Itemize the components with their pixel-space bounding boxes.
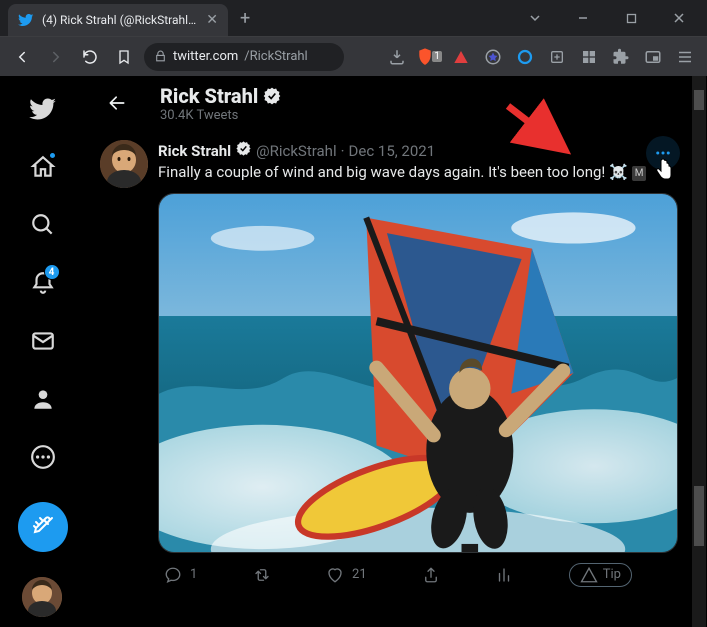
more-menu-icon[interactable] [18, 432, 68, 482]
verified-badge-icon [235, 140, 252, 161]
main-column: Rick Strahl 30.4K Tweets Rick Strahl @Ri… [85, 76, 707, 627]
tweet: Rick Strahl @RickStrahl · Dec 15, 2021 F… [86, 130, 692, 597]
new-tab-button[interactable]: + [240, 8, 250, 29]
extensions-puzzle-icon[interactable] [607, 43, 635, 71]
home-dot-icon [49, 152, 56, 159]
twitter-favicon-icon [18, 12, 34, 28]
tab-close-icon[interactable]: ✕ [206, 12, 218, 28]
tweet-separator: · [341, 142, 345, 160]
home-icon[interactable] [18, 142, 68, 192]
nav-forward-button[interactable] [42, 43, 70, 71]
scrollbar-thumb[interactable] [694, 486, 704, 546]
compose-tweet-button[interactable] [18, 502, 68, 552]
share-button[interactable] [422, 563, 440, 587]
browser-tab[interactable]: (4) Rick Strahl (@RickStrahl) / Twi ✕ [8, 4, 228, 36]
brave-rewards-icon[interactable] [479, 43, 507, 71]
notification-badge: 4 [44, 264, 60, 280]
like-count: 21 [352, 567, 367, 582]
scrollbar-up-icon[interactable] [694, 90, 704, 110]
tweet-date[interactable]: Dec 15, 2021 [349, 142, 436, 160]
notifications-icon[interactable]: 4 [18, 258, 68, 308]
verified-badge-icon [262, 86, 282, 106]
retweet-button[interactable] [253, 563, 271, 587]
brave-shield-icon[interactable]: 1 [415, 43, 443, 71]
like-button[interactable]: 21 [326, 563, 367, 587]
extension-icon-2[interactable] [543, 43, 571, 71]
tweet-header: Rick Strahl @RickStrahl · Dec 15, 2021 [158, 140, 678, 161]
browser-toolbar: twitter.com/RickStrahl 1 [0, 36, 707, 76]
window-minimize-icon[interactable] [563, 3, 603, 33]
extension-icon-1[interactable] [511, 43, 539, 71]
tip-button[interactable]: Tip [569, 563, 632, 587]
scrollbar[interactable] [692, 76, 706, 627]
profile-name: Rick Strahl [160, 84, 258, 108]
twitter-sidebar: 4 [0, 76, 85, 627]
analytics-button[interactable] [495, 563, 513, 587]
window-controls [515, 3, 707, 33]
tweet-author-avatar[interactable] [100, 140, 148, 188]
nav-back-button[interactable] [8, 43, 36, 71]
mute-badge: M [632, 166, 647, 181]
reply-count: 1 [190, 567, 197, 582]
pip-icon[interactable] [639, 43, 667, 71]
messages-icon[interactable] [18, 316, 68, 366]
bookmark-button[interactable] [110, 43, 138, 71]
install-app-icon[interactable] [383, 43, 411, 71]
window-titlebar: (4) Rick Strahl (@RickStrahl) / Twi ✕ + [0, 0, 707, 36]
profile-icon[interactable] [18, 374, 68, 424]
tweet-more-button[interactable] [646, 136, 680, 170]
tab-title: (4) Rick Strahl (@RickStrahl) / Twi [42, 13, 198, 27]
account-avatar[interactable] [22, 577, 62, 617]
extension-icon-3[interactable] [575, 43, 603, 71]
address-bar[interactable]: twitter.com/RickStrahl [144, 43, 344, 71]
url-host: twitter.com [173, 49, 238, 64]
lock-icon [154, 50, 167, 63]
window-dropdown-icon[interactable] [515, 3, 555, 33]
window-maximize-icon[interactable] [611, 3, 651, 33]
reply-button[interactable]: 1 [164, 563, 197, 587]
tweet-actions: 1 21 [158, 563, 638, 587]
page-content: 4 Rick Strahl [0, 76, 707, 627]
twitter-logo-icon[interactable] [18, 84, 68, 134]
menu-icon[interactable] [671, 43, 699, 71]
tweet-text: Finally a couple of wind and big wave da… [158, 163, 678, 183]
shield-count: 1 [432, 51, 442, 62]
profile-header: Rick Strahl 30.4K Tweets [86, 76, 692, 130]
tweet-media[interactable] [158, 193, 678, 553]
tweet-author-name[interactable]: Rick Strahl [158, 142, 231, 160]
tweet-author-handle[interactable]: @RickStrahl [256, 142, 337, 160]
reload-button[interactable] [76, 43, 104, 71]
brave-triangle-icon[interactable] [447, 43, 475, 71]
tip-label: Tip [603, 567, 621, 582]
back-arrow-icon[interactable] [100, 86, 134, 120]
window-close-icon[interactable] [659, 3, 699, 33]
search-icon[interactable] [18, 200, 68, 250]
tweet-count: 30.4K Tweets [160, 108, 282, 123]
url-path: /RickStrahl [244, 49, 307, 64]
